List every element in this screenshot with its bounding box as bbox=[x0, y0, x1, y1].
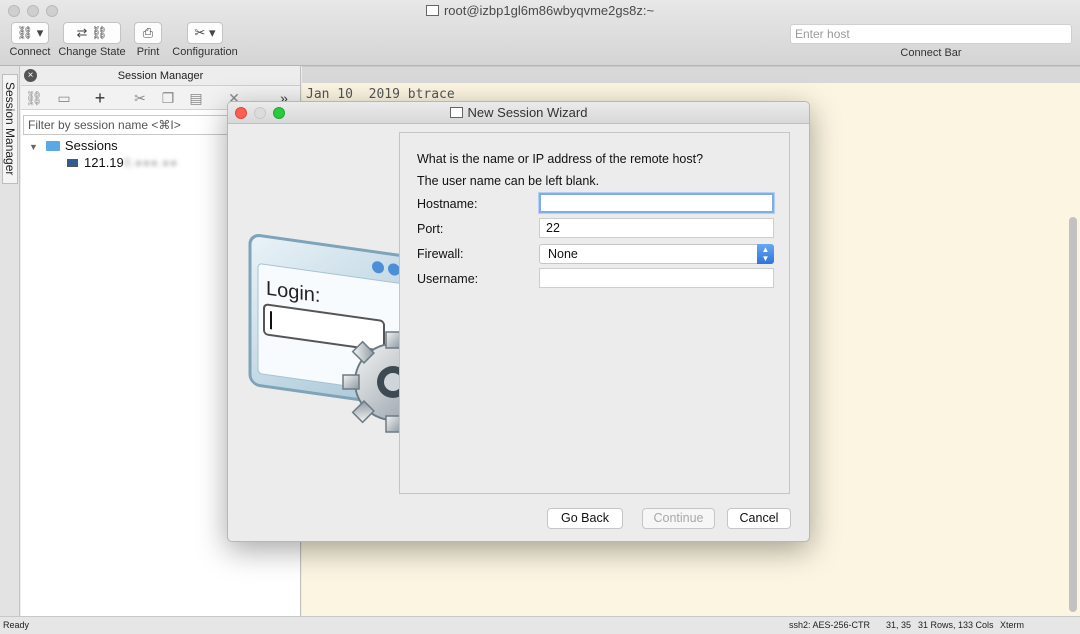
firewall-select[interactable]: None ▲ ▼ bbox=[539, 244, 774, 264]
cancel-button[interactable]: Cancel bbox=[727, 508, 791, 529]
terminal-icon bbox=[425, 5, 439, 16]
status-bar: Ready ssh2: AES-256-CTR 31, 35 31 Rows, … bbox=[0, 616, 1080, 634]
status-state: Ready bbox=[3, 620, 30, 630]
dialog-title: New Session Wizard bbox=[228, 105, 809, 120]
status-size: 31 Rows, 133 Cols bbox=[918, 620, 994, 630]
title-bar: root@izbp1gl6m86wbyqvme2gs8z:~ ⛓ ▾ Conne… bbox=[0, 0, 1080, 66]
tree-folder-sessions[interactable]: ▼ Sessions bbox=[29, 138, 118, 153]
add-icon[interactable]: + bbox=[91, 89, 109, 107]
monitor-icon bbox=[67, 159, 78, 167]
print-button[interactable]: ⎙ Print bbox=[133, 22, 163, 58]
refresh-link-icon: ⇄ ⛓ bbox=[63, 22, 121, 44]
illustration-cursor bbox=[270, 311, 272, 330]
username-label: Username: bbox=[417, 272, 479, 286]
username-field[interactable] bbox=[539, 268, 774, 288]
cut-icon[interactable]: ✂ bbox=[131, 89, 149, 107]
terminal-icon bbox=[449, 107, 463, 118]
firewall-label: Firewall: bbox=[417, 247, 464, 261]
window-title: root@izbp1gl6m86wbyqvme2gs8z:~ bbox=[0, 3, 1080, 18]
continue-button[interactable]: Continue bbox=[642, 508, 715, 529]
port-label: Port: bbox=[417, 222, 444, 236]
change-state-button[interactable]: ⇄ ⛓ Change State bbox=[57, 22, 127, 58]
link-icon[interactable]: ⛓ bbox=[25, 89, 43, 107]
chevron-updown-icon: ▲ ▼ bbox=[757, 244, 774, 264]
side-tab-bar: Session Manager bbox=[0, 66, 20, 616]
link-icon: ⛓ ▾ bbox=[11, 22, 49, 44]
status-cipher: ssh2: AES-256-CTR bbox=[789, 620, 871, 630]
disclosure-triangle-icon[interactable]: ▼ bbox=[29, 142, 38, 152]
connect-button[interactable]: ⛓ ▾ Connect bbox=[8, 22, 52, 58]
new-session-wizard-dialog: New Session Wizard Login: What is the na… bbox=[227, 101, 810, 542]
hostname-label: Hostname: bbox=[417, 197, 478, 211]
wizard-content-pane: What is the name or IP address of the re… bbox=[399, 132, 790, 494]
hostname-field[interactable] bbox=[539, 193, 774, 213]
wizard-question: What is the name or IP address of the re… bbox=[417, 152, 704, 166]
terminal-tab-strip bbox=[302, 67, 1080, 83]
wizard-hint: The user name can be left blank. bbox=[417, 174, 600, 188]
tree-session-item[interactable]: 121.198.●●●.●● bbox=[67, 155, 177, 170]
printer-icon: ⎙ bbox=[134, 22, 162, 44]
folder-icon bbox=[45, 141, 60, 151]
host-input[interactable] bbox=[790, 24, 1072, 44]
status-cursor: 31, 35 bbox=[886, 620, 912, 630]
paste-icon[interactable]: ▤ bbox=[187, 89, 205, 107]
session-filter-input[interactable] bbox=[23, 115, 228, 135]
port-field[interactable] bbox=[539, 218, 774, 238]
terminal-output: Jan 10 2019 btrace bbox=[306, 87, 455, 102]
copy-icon[interactable]: ❐ bbox=[159, 89, 177, 107]
configuration-button[interactable]: ✂ ▾ Configuration bbox=[168, 22, 242, 58]
go-back-button[interactable]: Go Back bbox=[547, 508, 623, 529]
tab-session-manager[interactable]: Session Manager bbox=[2, 74, 18, 184]
session-manager-header: × Session Manager bbox=[21, 66, 300, 86]
connect-bar-label: Connect Bar bbox=[900, 47, 962, 59]
tools-icon: ✂ ▾ bbox=[187, 22, 223, 44]
status-term-type: Xterm bbox=[1000, 620, 1025, 630]
dialog-title-bar: New Session Wizard bbox=[228, 102, 809, 124]
window-icon[interactable]: ▭ bbox=[55, 89, 73, 107]
close-icon[interactable]: × bbox=[24, 69, 37, 82]
terminal-scrollbar[interactable] bbox=[1069, 217, 1077, 612]
